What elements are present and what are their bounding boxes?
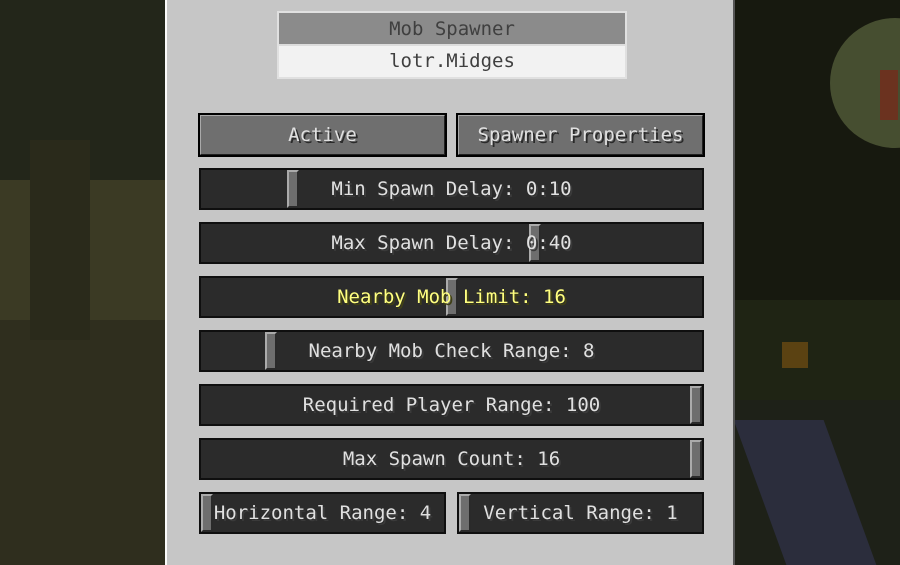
slider-handle[interactable] bbox=[287, 170, 299, 208]
background-block bbox=[0, 320, 165, 565]
slider-label: Nearby Mob Limit: 16 bbox=[337, 286, 566, 308]
leaf-block bbox=[782, 342, 808, 368]
required-player-range-slider[interactable]: Required Player Range: 100 bbox=[199, 384, 704, 426]
background-block bbox=[30, 140, 90, 340]
slider-label: Max Spawn Count: 16 bbox=[342, 448, 561, 470]
slider-handle[interactable] bbox=[690, 386, 702, 424]
min-spawn-delay-slider[interactable]: Min Spawn Delay: 0:10 bbox=[199, 168, 704, 210]
background-block bbox=[735, 300, 900, 400]
horizontal-range-slider[interactable]: Horizontal Range: 4 bbox=[199, 492, 446, 534]
slider-label: Min Spawn Delay: 0:10 bbox=[331, 178, 572, 200]
slider-label: Horizontal Range: 4 bbox=[213, 502, 432, 524]
title-box: Mob Spawner lotr.Midges bbox=[277, 11, 627, 79]
spawner-panel: Mob Spawner lotr.Midges Active Spawner P… bbox=[165, 0, 735, 565]
max-spawn-count-slider[interactable]: Max Spawn Count: 16 bbox=[199, 438, 704, 480]
panel-title: Mob Spawner bbox=[279, 13, 625, 46]
vertical-range-slider[interactable]: Vertical Range: 1 bbox=[457, 492, 704, 534]
slider-handle[interactable] bbox=[201, 494, 213, 532]
slider-label: Nearby Mob Check Range: 8 bbox=[308, 340, 595, 362]
mob-name: lotr.Midges bbox=[279, 46, 625, 77]
slider-label: Max Spawn Delay: 0:40 bbox=[331, 232, 572, 254]
max-spawn-delay-slider[interactable]: Max Spawn Delay: 0:40 bbox=[199, 222, 704, 264]
slider-label: Required Player Range: 100 bbox=[302, 394, 601, 416]
nearby-mob-limit-slider[interactable]: Nearby Mob Limit: 16 bbox=[199, 276, 704, 318]
tree bbox=[880, 70, 898, 120]
nearby-mob-check-range-slider[interactable]: Nearby Mob Check Range: 8 bbox=[199, 330, 704, 372]
slider-label: Vertical Range: 1 bbox=[483, 502, 678, 524]
slider-handle[interactable] bbox=[690, 440, 702, 478]
active-button[interactable]: Active bbox=[198, 113, 447, 157]
spawner-properties-button[interactable]: Spawner Properties bbox=[456, 113, 705, 157]
slider-handle[interactable] bbox=[459, 494, 471, 532]
slider-handle[interactable] bbox=[265, 332, 277, 370]
